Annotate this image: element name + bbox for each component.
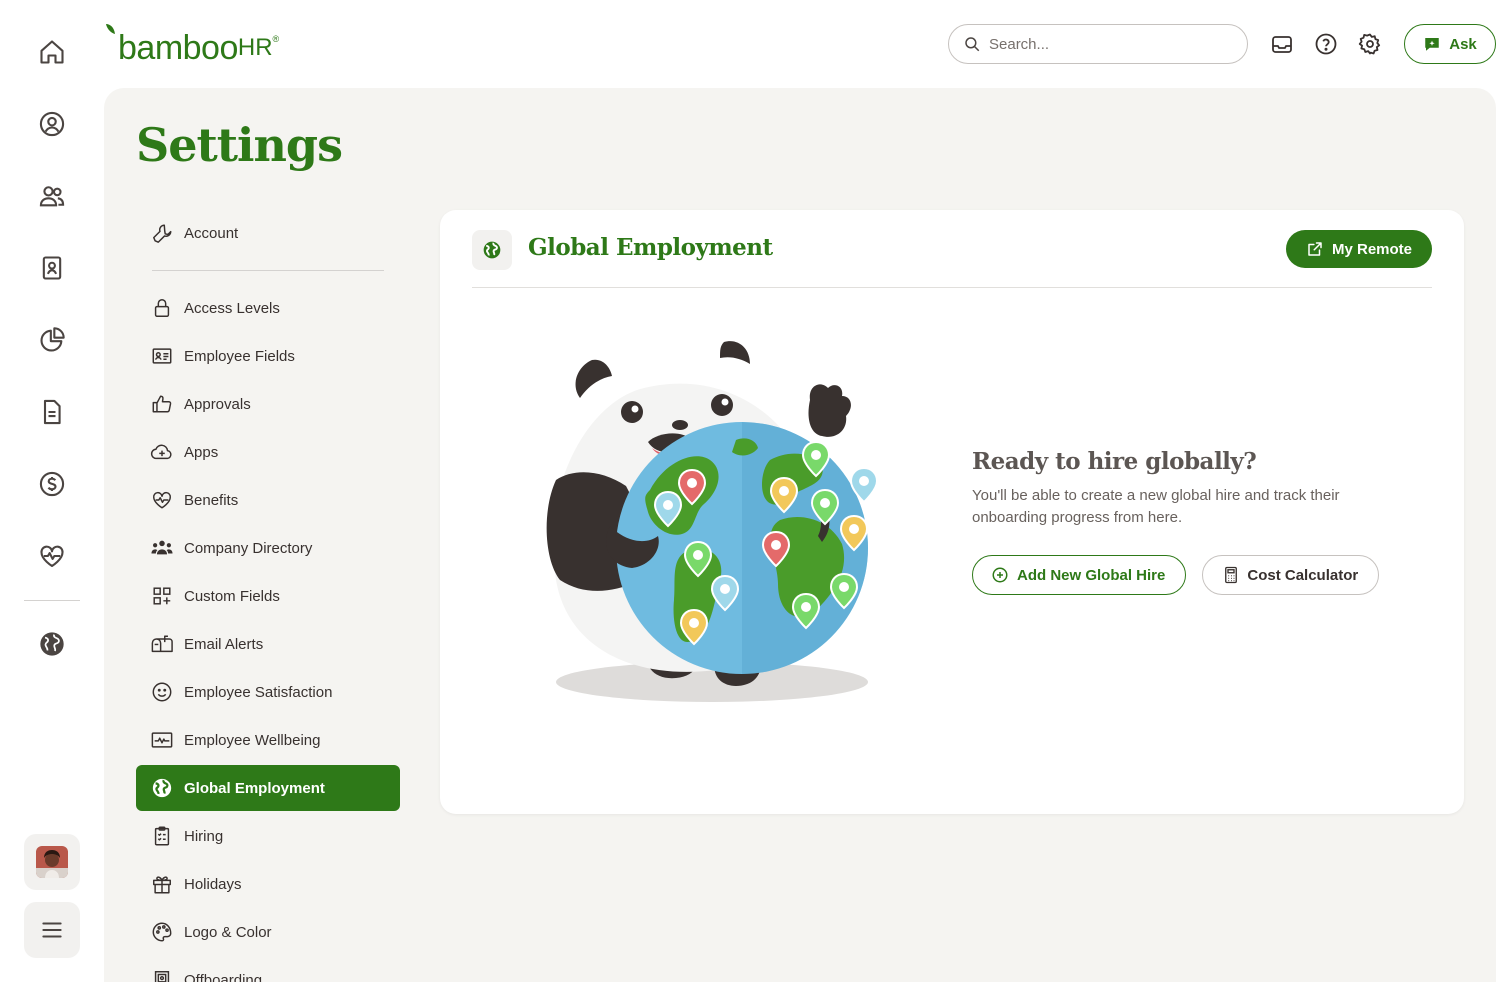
settings-nav-label: Access Levels <box>184 299 280 317</box>
settings-nav-label: Email Alerts <box>184 635 264 653</box>
settings-nav-company-directory[interactable]: Company Directory <box>136 525 400 571</box>
settings-nav-label: Employee Fields <box>184 347 295 365</box>
ask-chat-icon <box>1423 35 1441 53</box>
globe-icon <box>472 230 512 270</box>
settings-nav-apps[interactable]: Apps <box>136 429 400 475</box>
clipboard-icon <box>150 824 174 848</box>
inbox-icon[interactable] <box>1268 30 1296 58</box>
settings-nav-label: Employee Satisfaction <box>184 683 333 701</box>
card-title: Global Employment <box>528 234 773 261</box>
door-icon <box>150 968 174 982</box>
settings-nav-label: Approvals <box>184 395 251 413</box>
settings-nav-offboarding[interactable]: Offboarding <box>136 957 400 982</box>
wellbeing-icon <box>150 728 174 752</box>
ask-button[interactable]: Ask <box>1404 24 1496 64</box>
main-panel: Settings Account Access Levels Employee … <box>104 88 1496 982</box>
settings-nav-employee-wellbeing[interactable]: Employee Wellbeing <box>136 717 400 763</box>
settings-nav-approvals[interactable]: Approvals <box>136 381 400 427</box>
registered-mark: ® <box>272 34 280 44</box>
help-icon[interactable] <box>1312 30 1340 58</box>
user-avatar-button[interactable] <box>24 834 80 890</box>
settings-nav-label: Apps <box>184 443 219 461</box>
grid-plus-icon <box>150 584 174 608</box>
settings-nav-global-employment[interactable]: Global Employment <box>136 765 400 811</box>
logo-suffix: HR <box>237 34 273 61</box>
globe-icon <box>150 776 174 800</box>
heart-pulse-icon <box>150 488 174 512</box>
payroll-icon[interactable] <box>28 460 76 508</box>
cta-description: You'll be able to create a new global hi… <box>972 487 1340 526</box>
settings-nav-account[interactable]: Account <box>136 210 400 256</box>
add-hire-label: Add New Global Hire <box>1017 566 1166 584</box>
calculator-icon <box>1223 566 1239 584</box>
avatar <box>36 846 68 878</box>
home-icon[interactable] <box>28 28 76 76</box>
rail-divider <box>24 600 80 601</box>
mailbox-icon <box>150 632 174 656</box>
bamboohr-logo[interactable]: bamboo HR ® <box>104 24 280 67</box>
leaf-icon <box>106 24 115 34</box>
settings-nav-hiring[interactable]: Hiring <box>136 813 400 859</box>
wrench-icon <box>150 221 174 245</box>
settings-nav-logo-color[interactable]: Logo & Color <box>136 909 400 955</box>
globe-icon[interactable] <box>28 620 76 668</box>
search-input[interactable] <box>989 35 1229 53</box>
profile-icon[interactable] <box>28 100 76 148</box>
settings-nav-custom-fields[interactable]: Custom Fields <box>136 573 400 619</box>
settings-nav-label: Custom Fields <box>184 587 280 605</box>
plus-circle-icon <box>991 566 1009 584</box>
hamburger-icon[interactable] <box>24 902 80 958</box>
gift-icon <box>150 872 174 896</box>
settings-nav-label: Benefits <box>184 491 239 509</box>
logo-text: bamboo <box>118 29 238 67</box>
settings-nav-label: Holidays <box>184 875 242 893</box>
lock-icon <box>150 296 174 320</box>
search-box[interactable] <box>948 24 1248 64</box>
smile-icon <box>150 680 174 704</box>
settings-nav-divider <box>152 270 384 271</box>
settings-nav: Account Access Levels Employee Fields Ap… <box>136 210 400 982</box>
settings-nav-label: Hiring <box>184 827 224 845</box>
settings-nav-label: Offboarding <box>184 971 263 982</box>
cta-title: Ready to hire globally? <box>972 448 1257 475</box>
settings-nav-label: Logo & Color <box>184 923 272 941</box>
settings-nav-employee-fields[interactable]: Employee Fields <box>136 333 400 379</box>
global-employment-card: Global Employment My Remote Ready to hir… <box>440 210 1464 814</box>
panda-globe-illustration <box>546 341 879 702</box>
settings-nav-access-levels[interactable]: Access Levels <box>136 285 400 331</box>
people-icon[interactable] <box>28 172 76 220</box>
settings-nav-email-alerts[interactable]: Email Alerts <box>136 621 400 667</box>
external-link-icon <box>1306 240 1324 258</box>
card-header: Global Employment My Remote <box>472 230 1432 288</box>
palette-icon <box>150 920 174 944</box>
benefits-icon[interactable] <box>28 532 76 580</box>
reports-icon[interactable] <box>28 316 76 364</box>
people-group-icon <box>150 536 174 560</box>
page-title: Settings <box>136 118 343 172</box>
ask-label: Ask <box>1449 35 1477 53</box>
add-new-global-hire-button[interactable]: Add New Global Hire <box>972 555 1187 595</box>
my-remote-label: My Remote <box>1331 240 1413 258</box>
settings-nav-employee-satisfaction[interactable]: Employee Satisfaction <box>136 669 400 715</box>
search-icon <box>963 35 981 53</box>
cost-calculator-label: Cost Calculator <box>1247 566 1359 584</box>
settings-nav-label: Company Directory <box>184 539 313 557</box>
cost-calculator-button[interactable]: Cost Calculator <box>1202 555 1380 595</box>
my-remote-button[interactable]: My Remote <box>1286 230 1432 268</box>
cloud-plus-icon <box>150 440 174 464</box>
settings-nav-holidays[interactable]: Holidays <box>136 861 400 907</box>
thumbs-up-icon <box>150 392 174 416</box>
directory-icon[interactable] <box>28 244 76 292</box>
settings-nav-label: Employee Wellbeing <box>184 731 321 749</box>
settings-gear-icon[interactable] <box>1356 30 1384 58</box>
cta-buttons: Add New Global Hire Cost Calculator <box>972 555 1392 595</box>
left-rail <box>0 0 104 982</box>
id-card-icon <box>150 344 174 368</box>
files-icon[interactable] <box>28 388 76 436</box>
settings-nav-benefits[interactable]: Benefits <box>136 477 400 523</box>
settings-nav-label: Account <box>184 224 239 242</box>
global-hire-cta: Ready to hire globally? You'll be able t… <box>972 448 1392 595</box>
settings-nav-label: Global Employment <box>184 779 325 797</box>
